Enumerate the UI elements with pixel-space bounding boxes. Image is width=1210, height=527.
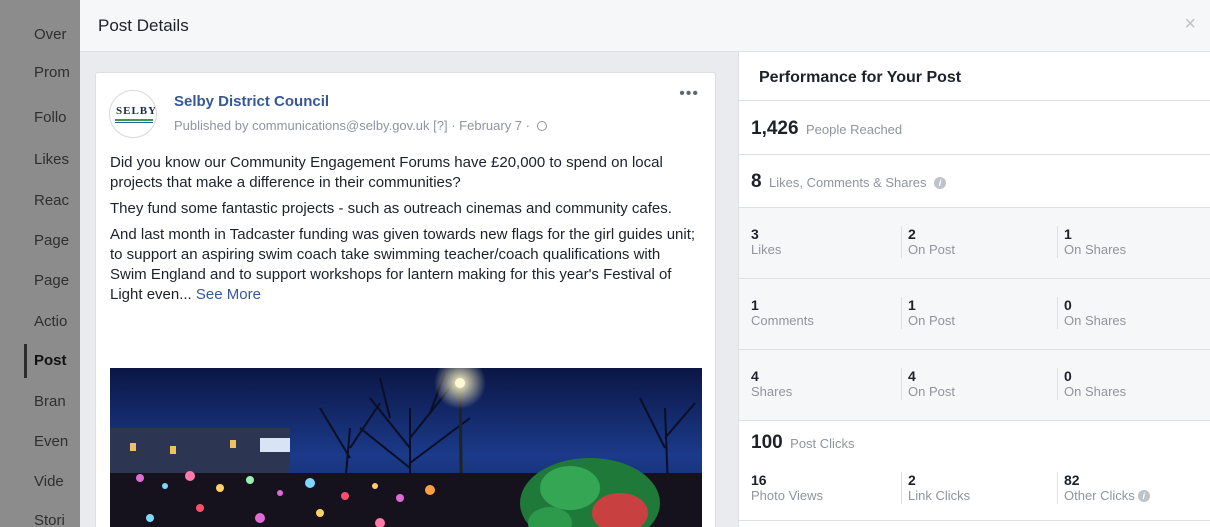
- engagement-label: Likes, Comments & Shares: [769, 175, 927, 190]
- likes-on-post: 2 On Post: [901, 226, 1051, 258]
- post-preview-card: SELBY Selby District Council Published b…: [95, 72, 716, 527]
- stat-label-with-info: Other Clicks i: [1064, 488, 1207, 504]
- selby-logo-text: SELBY: [116, 105, 157, 117]
- sidebar-item-followers[interactable]: Follo: [34, 99, 80, 137]
- sidebar-item-overview[interactable]: Over: [34, 16, 80, 54]
- post-paragraph: Did you know our Community Engagement Fo…: [110, 154, 663, 191]
- people-reached-value: 1,426: [751, 118, 799, 139]
- modal-header: Post Details ×: [80, 0, 1210, 52]
- performance-title: Performance for Your Post: [759, 69, 962, 86]
- stat-value: 3: [751, 226, 759, 242]
- likes-breakdown: 3 Likes 2 On Post 1 On Shares: [739, 208, 1210, 278]
- stat-label: On Post: [908, 242, 955, 257]
- divider: [739, 520, 1210, 521]
- sidebar-item-branded-content[interactable]: Bran: [34, 383, 80, 421]
- likes-total: 3 Likes: [751, 226, 901, 258]
- post-photo[interactable]: [110, 368, 702, 527]
- sidebar-item-page-views[interactable]: Page: [34, 222, 80, 260]
- stat-label: Likes: [751, 242, 782, 257]
- stat-label: Shares: [751, 384, 793, 399]
- avatar[interactable]: SELBY: [109, 90, 157, 138]
- stat-value: 1: [908, 297, 916, 313]
- festival-of-light-photo: [110, 368, 702, 527]
- more-options-icon[interactable]: •••: [679, 86, 699, 102]
- stat-label: On Post: [908, 384, 955, 399]
- sidebar-item-posts[interactable]: Post: [34, 342, 80, 380]
- logo-stripe-blue: [115, 122, 153, 123]
- post-body: Did you know our Community Engagement Fo…: [110, 153, 700, 311]
- sidebar-item-actions[interactable]: Actio: [34, 303, 80, 341]
- post-clicks-stat: 100 Post Clicks: [751, 432, 854, 454]
- stat-label: Photo Views: [751, 488, 824, 503]
- sidebar-item-stories[interactable]: Stori: [34, 502, 80, 527]
- link-clicks: 2 Link Clicks: [901, 472, 1051, 504]
- stat-value: 0: [1064, 368, 1072, 384]
- shares-on-post: 4 On Post: [901, 368, 1051, 400]
- stat-label: On Post: [908, 313, 955, 328]
- comments-on-shares: 0 On Shares: [1057, 297, 1207, 329]
- people-reached-label: People Reached: [806, 122, 903, 137]
- comments-breakdown: 1 Comments 1 On Post 0 On Shares: [739, 279, 1210, 349]
- sidebar-item-page-previews[interactable]: Page: [34, 262, 80, 300]
- engagement-value: 8: [751, 171, 762, 192]
- post-paragraph: And last month in Tadcaster funding was …: [110, 225, 700, 305]
- engagement-stat: 8 Likes, Comments & Shares i: [751, 171, 946, 193]
- globe-icon: [536, 121, 547, 131]
- photo-views: 16 Photo Views: [751, 472, 901, 504]
- sidebar-item-reach[interactable]: Reac: [34, 182, 80, 220]
- post-clicks-label: Post Clicks: [790, 436, 855, 451]
- stat-label: Comments: [751, 313, 814, 328]
- stat-value: 4: [751, 368, 759, 384]
- stat-value: 1: [751, 297, 759, 313]
- other-clicks: 82 Other Clicks i: [1057, 472, 1207, 504]
- sidebar-active-indicator: [24, 344, 27, 378]
- divider: [739, 154, 1210, 155]
- stat-label: Other Clicks: [1064, 488, 1135, 503]
- info-icon[interactable]: i: [1137, 490, 1150, 502]
- divider: [739, 100, 1210, 101]
- stat-value: 16: [751, 472, 767, 488]
- page-name-link[interactable]: Selby District Council: [174, 93, 329, 110]
- see-more-link[interactable]: See More: [196, 286, 261, 303]
- publisher-email-link[interactable]: communications@selby.gov.uk: [252, 118, 429, 133]
- stat-value: 82: [1064, 472, 1080, 488]
- comments-on-post: 1 On Post: [901, 297, 1051, 329]
- stat-label: On Shares: [1064, 384, 1127, 399]
- people-reached-stat: 1,426 People Reached: [751, 118, 902, 140]
- shares-on-shares: 0 On Shares: [1057, 368, 1207, 400]
- post-paragraph: They fund some fantastic projects - such…: [110, 200, 672, 217]
- background-sidebar: Over Prom Follo Likes Reac Page Page Act…: [0, 0, 80, 527]
- close-icon[interactable]: ×: [1184, 14, 1196, 34]
- sidebar-item-events[interactable]: Even: [34, 423, 80, 461]
- stat-value: 0: [1064, 297, 1072, 313]
- likes-on-shares: 1 On Shares: [1057, 226, 1207, 258]
- stat-value: 1: [1064, 226, 1072, 242]
- comments-total: 1 Comments: [751, 297, 901, 329]
- post-meta: Published by communications@selby.gov.uk…: [174, 118, 547, 133]
- logo-stripe-green: [115, 119, 153, 121]
- stat-label: On Shares: [1064, 313, 1127, 328]
- stat-value: 4: [908, 368, 916, 384]
- performance-panel: Performance for Your Post 1,426 People R…: [738, 52, 1210, 527]
- sidebar-item-likes[interactable]: Likes: [34, 141, 80, 179]
- stat-label: Link Clicks: [908, 488, 971, 503]
- divider: [739, 420, 1210, 421]
- stat-label: On Shares: [1064, 242, 1127, 257]
- shares-breakdown: 4 Shares 4 On Post 0 On Shares: [739, 350, 1210, 420]
- published-suffix: [?] · February 7 ·: [433, 118, 530, 133]
- modal-title: Post Details: [98, 16, 189, 35]
- published-prefix: Published by: [174, 118, 249, 133]
- stat-value: 2: [908, 472, 916, 488]
- info-icon[interactable]: i: [934, 177, 946, 189]
- post-clicks-value: 100: [751, 432, 783, 453]
- shares-total: 4 Shares: [751, 368, 901, 400]
- post-details-modal: Post Details × SELBY Selby District Coun…: [80, 0, 1210, 527]
- stat-value: 2: [908, 226, 916, 242]
- sidebar-item-videos[interactable]: Vide: [34, 463, 80, 501]
- sidebar-item-promotions[interactable]: Prom: [34, 54, 80, 92]
